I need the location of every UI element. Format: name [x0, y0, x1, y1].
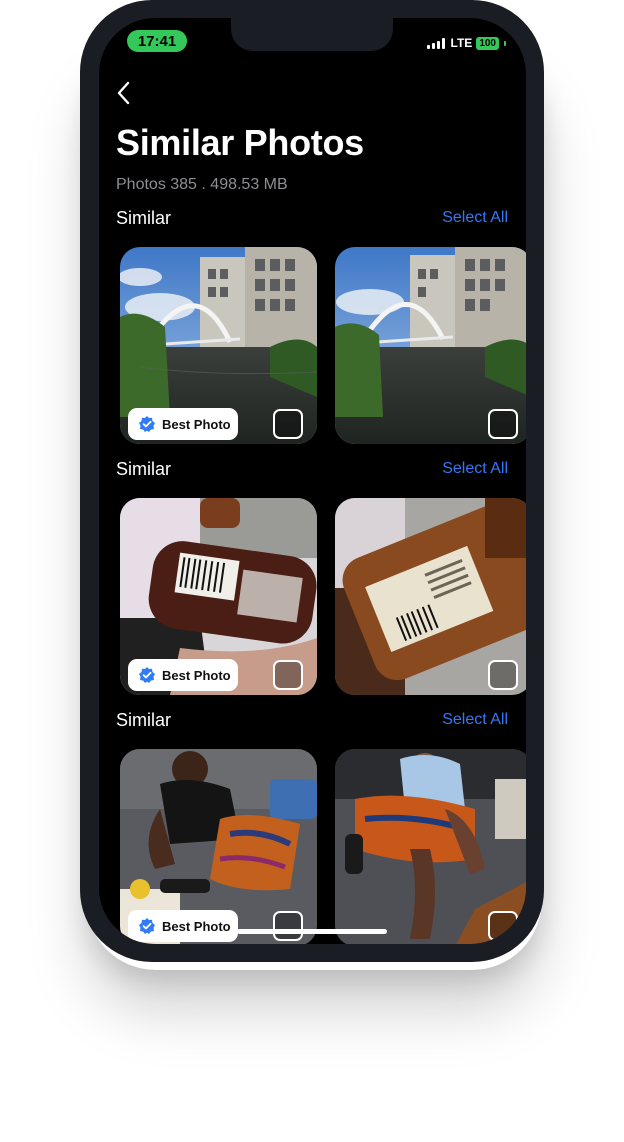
chevron-left-icon — [117, 81, 130, 105]
best-photo-badge: Best Photo — [128, 910, 238, 942]
badge-label: Best Photo — [162, 416, 231, 432]
select-all-button[interactable]: Select All — [442, 460, 508, 478]
page-subtitle: Photos 385 . 498.53 MB — [116, 176, 288, 193]
select-all-button[interactable]: Select All — [442, 209, 508, 227]
checkbox-icon[interactable] — [273, 409, 303, 439]
badge-label: Best Photo — [162, 667, 231, 683]
network-label: LTE — [450, 36, 473, 50]
status-time: 17:41 — [127, 30, 187, 52]
photo-thumbnail[interactable]: Best Photo — [120, 498, 317, 695]
photo-thumbnail[interactable]: Best Photo — [120, 749, 317, 944]
checkbox-icon[interactable] — [488, 409, 518, 439]
photo-thumbnail[interactable]: Best Photo — [120, 247, 317, 444]
group-title: Similar — [116, 459, 172, 479]
status-indicators: LTE 100 — [426, 36, 506, 50]
checkbox-icon[interactable] — [488, 660, 518, 690]
battery-tip — [504, 40, 506, 46]
photo-thumbnail[interactable] — [335, 498, 526, 695]
verified-check-icon — [139, 667, 155, 683]
group-title: Similar — [116, 208, 172, 228]
battery-icon: 100 — [476, 36, 499, 50]
verified-check-icon — [139, 416, 155, 432]
group-title: Similar — [116, 710, 172, 730]
best-photo-badge: Best Photo — [128, 659, 238, 691]
notch — [231, 18, 393, 51]
checkbox-icon[interactable] — [273, 660, 303, 690]
checkbox-icon[interactable] — [273, 911, 303, 941]
page-title: Similar Photos — [116, 122, 364, 163]
badge-label: Best Photo — [162, 918, 231, 934]
verified-check-icon — [139, 918, 155, 934]
home-indicator[interactable] — [237, 929, 387, 934]
best-photo-badge: Best Photo — [128, 408, 238, 440]
photo-thumbnail[interactable] — [335, 749, 526, 944]
signal-icon — [426, 37, 445, 49]
photo-thumbnail[interactable] — [335, 247, 526, 444]
app-screen: 17:41 LTE 100 Similar Photos Photos 385 … — [99, 18, 526, 944]
select-all-button[interactable]: Select All — [442, 711, 508, 729]
back-button[interactable] — [115, 80, 135, 106]
checkbox-icon[interactable] — [488, 911, 518, 941]
